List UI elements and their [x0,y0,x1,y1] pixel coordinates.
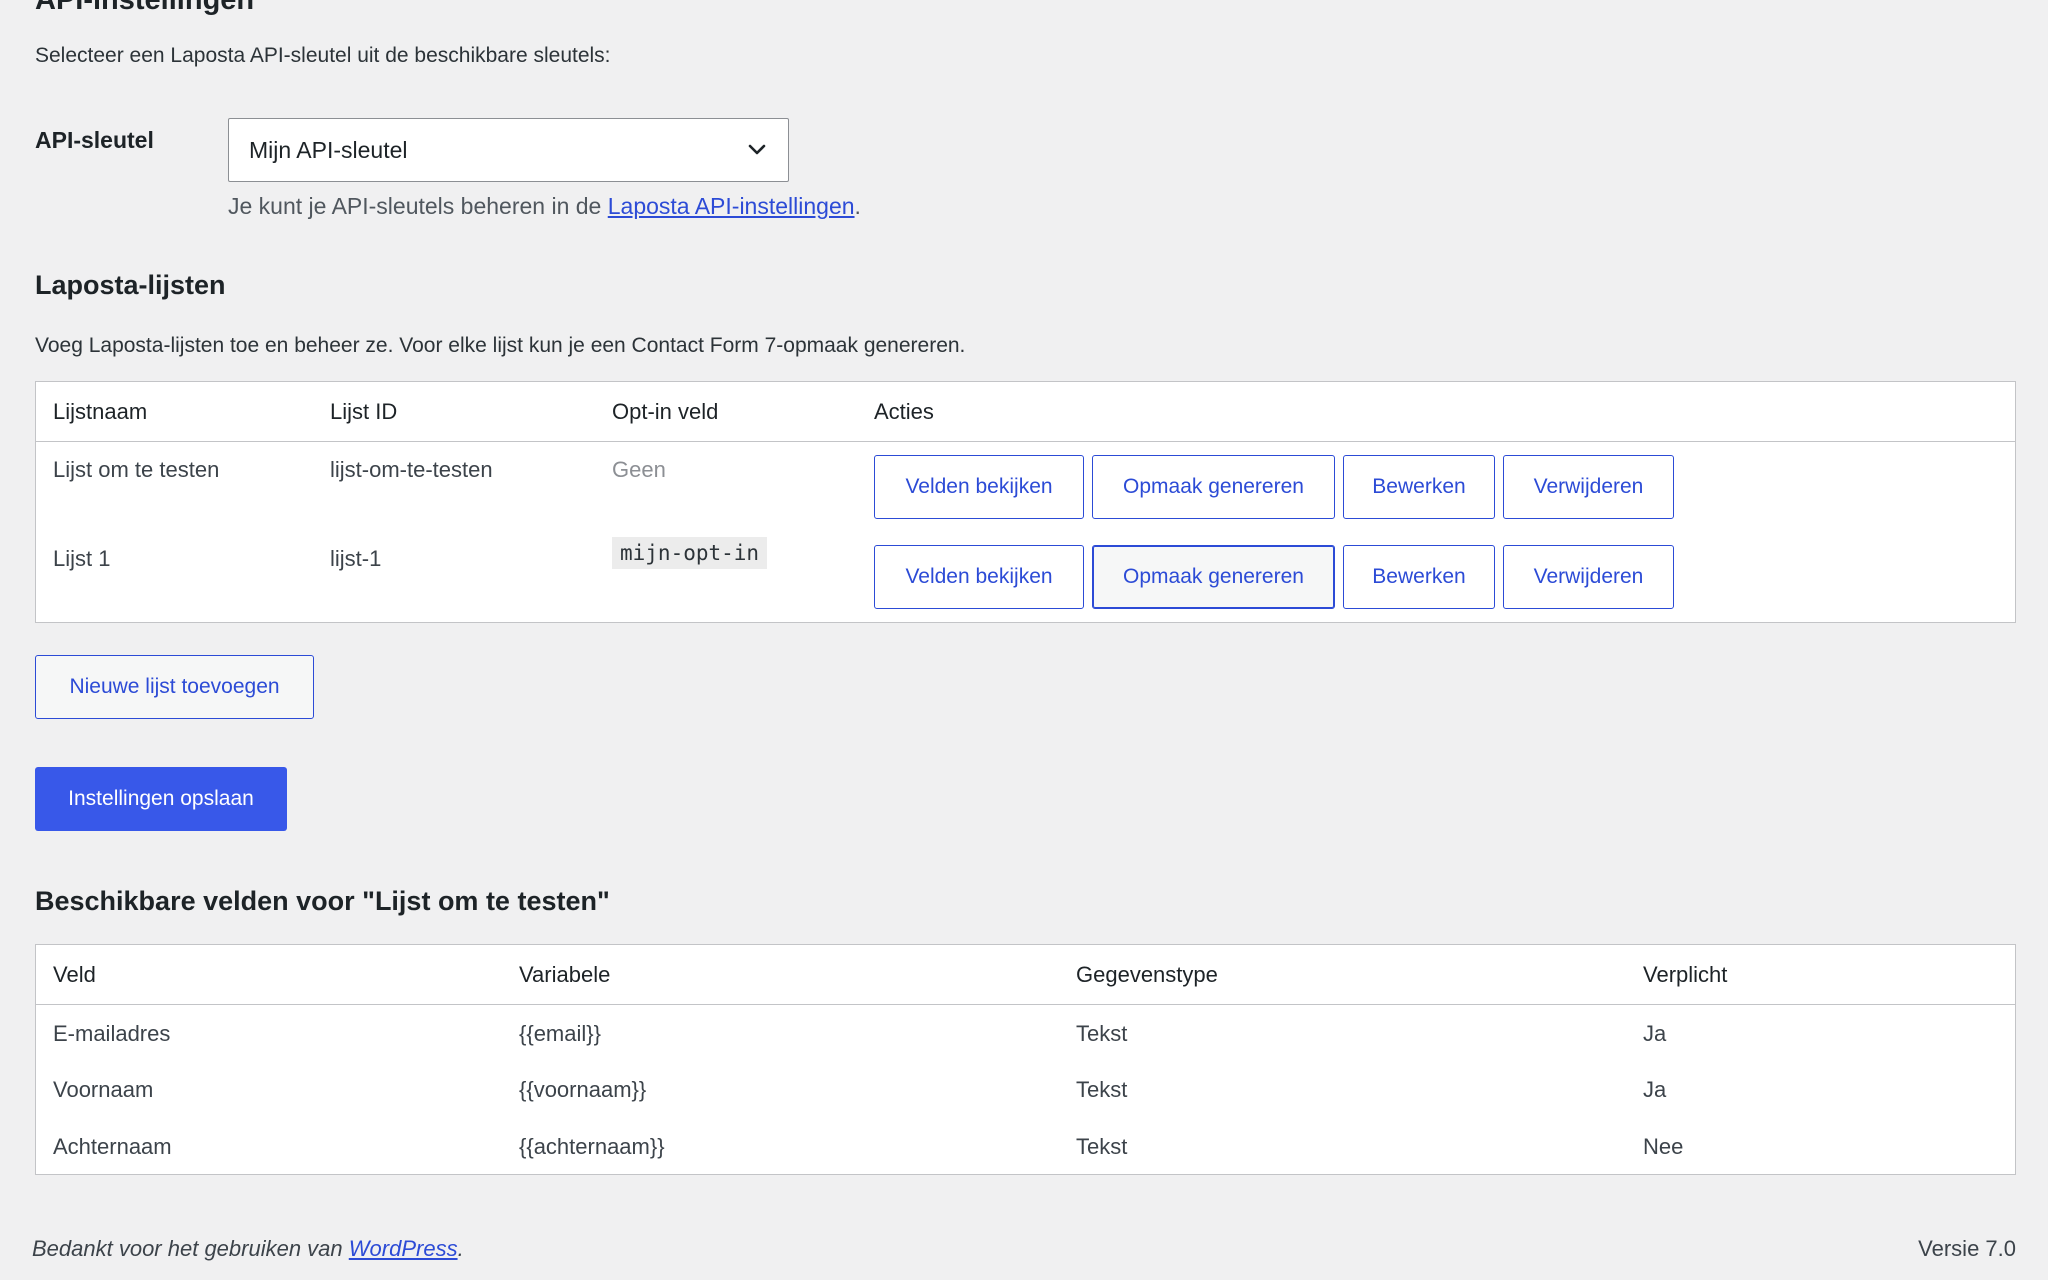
optin-field-value: Geen [612,457,666,482]
lists-heading: Laposta-lijsten [35,270,226,300]
delete-button[interactable]: Verwijderen [1503,545,1674,609]
table-row: Achternaam {{achternaam}} Tekst Nee [36,1119,2015,1176]
field-name: Achternaam [53,1134,172,1159]
column-header-field: Veld [53,962,96,987]
field-type: Tekst [1076,1134,1128,1159]
table-row: Lijst om te testen lijst-om-te-testen Ge… [36,442,2015,532]
lists-table-header: Lijstnaam Lijst ID Opt-in veld Acties [36,382,2015,442]
edit-button[interactable]: Bewerken [1343,545,1495,609]
list-id: lijst-om-te-testen [330,457,493,482]
footer-version: Versie 7.0 [1918,1236,2016,1261]
table-row: E-mailadres {{email}} Tekst Ja [36,1005,2015,1062]
wordpress-link[interactable]: WordPress [349,1236,458,1261]
field-variable: {{email}} [519,1021,601,1046]
field-name: Voornaam [53,1077,154,1102]
footer-thanks-prefix: Bedankt voor het gebruiken van [32,1236,349,1261]
delete-button[interactable]: Verwijderen [1503,455,1674,519]
field-type: Tekst [1076,1077,1128,1102]
add-list-button[interactable]: Nieuwe lijst toevoegen [35,655,314,719]
edit-button[interactable]: Bewerken [1343,455,1495,519]
api-help-text: Je kunt je API-sleutels beheren in de La… [228,193,861,220]
chevron-down-icon [746,139,768,161]
field-variable: {{voornaam}} [519,1077,647,1102]
save-settings-button[interactable]: Instellingen opslaan [35,767,287,831]
column-header-actions: Acties [874,399,934,424]
field-variable: {{achternaam}} [519,1134,665,1159]
fields-table: Veld Variabele Gegevenstype Verplicht E-… [35,944,2016,1175]
column-header-data-type: Gegevenstype [1076,962,1218,987]
footer-thanks-suffix: . [457,1236,464,1261]
api-heading: API-instellingen [35,0,255,16]
column-header-variable: Variabele [519,962,611,987]
lists-table: Lijstnaam Lijst ID Opt-in veld Acties Li… [35,381,2016,623]
field-required: Ja [1643,1021,1667,1046]
view-fields-button[interactable]: Velden bekijken [874,545,1084,609]
column-header-required: Verplicht [1643,962,1728,987]
api-key-label: API-sleutel [35,127,154,153]
fields-heading: Beschikbare velden voor "Lijst om te tes… [35,886,610,916]
optin-field-code: mijn-opt-in [612,537,768,569]
view-fields-button[interactable]: Velden bekijken [874,455,1084,519]
api-key-select[interactable]: Mijn API-sleutel [228,118,789,182]
generate-markup-button[interactable]: Opmaak genereren [1092,455,1335,519]
lists-description: Voeg Laposta-lijsten toe en beheer ze. V… [35,334,966,357]
field-name: E-mailadres [53,1021,171,1046]
footer-thanks: Bedankt voor het gebruiken van WordPress… [32,1236,464,1262]
list-name: Lijst om te testen [53,457,220,482]
api-description: Selecteer een Laposta API-sleutel uit de… [35,44,611,67]
api-help-suffix: . [854,193,861,219]
column-header-optin-field: Opt-in veld [612,399,719,424]
api-key-selected-value: Mijn API-sleutel [249,136,408,163]
list-id: lijst-1 [330,546,382,571]
field-required: Nee [1643,1134,1684,1159]
table-row: Voornaam {{voornaam}} Tekst Ja [36,1062,2015,1119]
field-required: Ja [1643,1077,1667,1102]
fields-table-header: Veld Variabele Gegevenstype Verplicht [36,945,2015,1005]
laposta-api-settings-link[interactable]: Laposta API-instellingen [608,193,855,219]
table-row: Lijst 1 lijst-1 mijn-opt-in Velden bekij… [36,532,2015,622]
api-help-prefix: Je kunt je API-sleutels beheren in de [228,193,608,219]
list-name: Lijst 1 [53,546,111,571]
column-header-list-id: Lijst ID [330,399,398,424]
column-header-list-name: Lijstnaam [53,399,148,424]
settings-page: API-instellingen Selecteer een Laposta A… [0,0,2048,1280]
generate-markup-button[interactable]: Opmaak genereren [1092,545,1335,609]
field-type: Tekst [1076,1021,1128,1046]
